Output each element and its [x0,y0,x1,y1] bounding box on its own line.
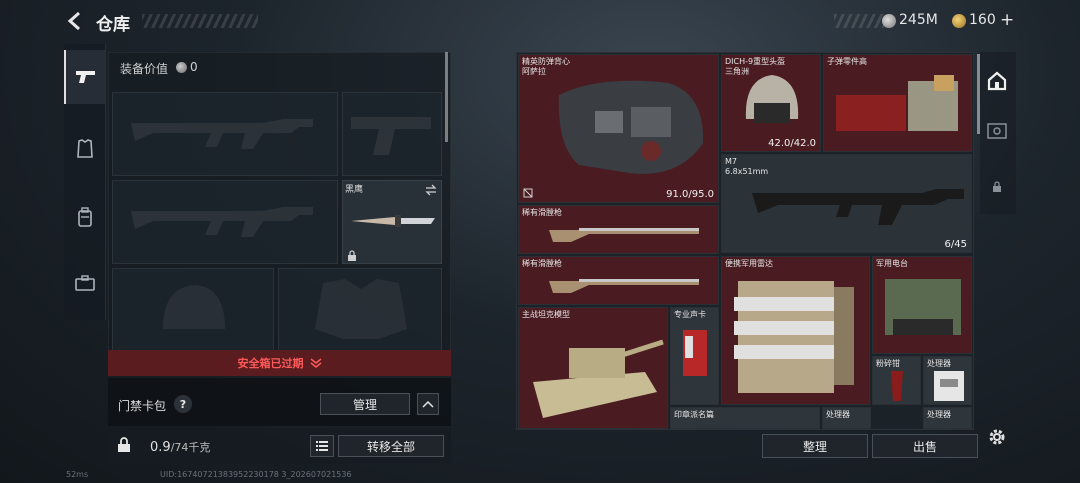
swap-icon[interactable] [425,184,437,196]
inventory-item-radar[interactable]: 便携军用雷达 [721,256,870,405]
sort-button[interactable]: 整理 [762,434,868,458]
lock-icon [348,250,356,261]
rifle-silhouette-icon [131,207,313,237]
melee-name: 黑鹰 [345,185,364,195]
inventory-item-musket-2[interactable]: 稀有滑膛枪 [518,256,719,305]
pistol-silhouette-icon [351,117,431,155]
radio-icon [885,279,961,335]
inventory-item-ammo-parts[interactable]: 子弹零件高 [823,54,972,152]
tab-case[interactable] [64,256,106,310]
uid-footer: UID:16740721383952230178 3_202607021536 [160,470,352,479]
network-latency: 52ms [66,470,89,479]
weight-value: 0.9 [150,440,171,455]
manage-button[interactable]: 管理 [320,393,410,415]
inventory-item-crusher[interactable]: 粉碎钳 [872,356,921,405]
backpack-icon [78,207,92,227]
vest-icon [558,80,704,174]
title-decoration [142,14,258,28]
slot-helmet[interactable] [112,268,274,352]
armor-icon [77,139,93,158]
currency-decoration [834,14,884,28]
equipment-scrollbar[interactable] [445,52,448,142]
tank-icon [533,339,664,418]
tab-backpack[interactable] [64,190,106,244]
transfer-all-button[interactable]: 转移全部 [338,435,444,457]
item-ammo-count: 6/45 [944,239,967,250]
slot-primary-weapon-1[interactable] [112,92,338,176]
inventory-scrollbar[interactable] [977,54,980,134]
weight-readout: 0.9/74千克 [150,439,210,455]
list-view-button[interactable] [310,435,334,457]
weight-capacity: /74千克 [170,441,211,454]
gold-coin-icon [952,14,966,28]
musket-icon [549,279,699,293]
item-durability: 42.0/42.0 [768,138,816,149]
helmet-silhouette-icon [163,285,225,329]
inventory-item-helmet[interactable]: DICH-9重型头盔 三角洲 42.0/42.0 [721,54,821,152]
tab-storage-locked[interactable] [982,174,1012,200]
lock-icon [118,437,130,452]
back-icon[interactable] [64,10,86,32]
keycard-help-button[interactable]: ? [174,395,192,413]
vest-silhouette-icon [315,279,407,339]
item-name: 处理器 [826,410,850,419]
add-gold-button[interactable]: + [1000,10,1014,30]
sell-button[interactable]: 出售 [872,434,978,458]
silver-coin-icon [176,62,187,73]
processor-icon [934,371,964,401]
rifle-icon [752,189,964,225]
safebox-expired-bar[interactable]: 安全箱已过期 [108,350,451,376]
broken-icon [523,188,533,198]
home-icon [987,71,1007,91]
inventory-item-processor-3[interactable]: 处理器 [923,407,972,429]
soundcard-icon [683,330,707,376]
tab-storage-2[interactable] [982,116,1012,146]
tab-weapons[interactable] [64,50,106,104]
radar-icon [734,281,854,393]
inventory-item-soundcard[interactable]: 专业声卡 [670,307,719,405]
pliers-icon [891,371,903,401]
item-durability: 91.0/95.0 [666,189,714,200]
pistol-icon [76,71,95,83]
rifle-silhouette-icon [131,119,313,149]
gold-amount: 160 [969,12,996,28]
inventory-item-musket-1[interactable]: 稀有滑膛枪 [518,205,719,254]
slot-vest[interactable] [278,268,442,352]
ammo-parts-icon [836,75,958,131]
equipment-value-label: 装备价值 [120,62,169,76]
vault-icon [987,123,1007,139]
inventory-item-vest[interactable]: 精英防弹背心 阿萨拉 91.0/95.0 [518,54,719,203]
settings-icon[interactable] [986,426,1008,448]
chevron-down-icon [310,358,321,368]
chevron-up-icon [422,400,434,408]
keycard-label: 门禁卡包 [118,399,167,413]
slot-primary-weapon-2[interactable] [112,180,338,264]
safebox-expired-label: 安全箱已过期 [237,357,304,370]
briefcase-icon [75,275,95,291]
tab-armor[interactable] [64,122,106,176]
slot-pistol[interactable] [342,92,442,176]
inventory-item-seal[interactable]: 印章派名篇 [670,407,820,429]
musket-icon [549,228,699,242]
page-title: 仓库 [96,15,130,35]
silver-amount: 245M [899,12,938,28]
list-icon [316,441,328,451]
inventory-item-radio[interactable]: 军用电台 [872,256,972,354]
inventory-item-m7[interactable]: M7 6.8x51mm 6/45 [721,154,972,253]
item-name: 印章派名篇 [674,410,714,419]
inventory-item-processor-1[interactable]: 处理器 [923,356,972,405]
silver-coin-icon [882,14,896,28]
collapse-button[interactable] [417,393,439,415]
lock-icon [993,181,1001,192]
tab-storage-main[interactable] [982,58,1012,104]
inventory-item-processor-2[interactable]: 处理器 [822,407,871,429]
item-name: 处理器 [927,410,951,419]
inventory-item-tank-model[interactable]: 主战坦克模型 [518,307,668,429]
equipment-value: 0 [190,60,198,74]
